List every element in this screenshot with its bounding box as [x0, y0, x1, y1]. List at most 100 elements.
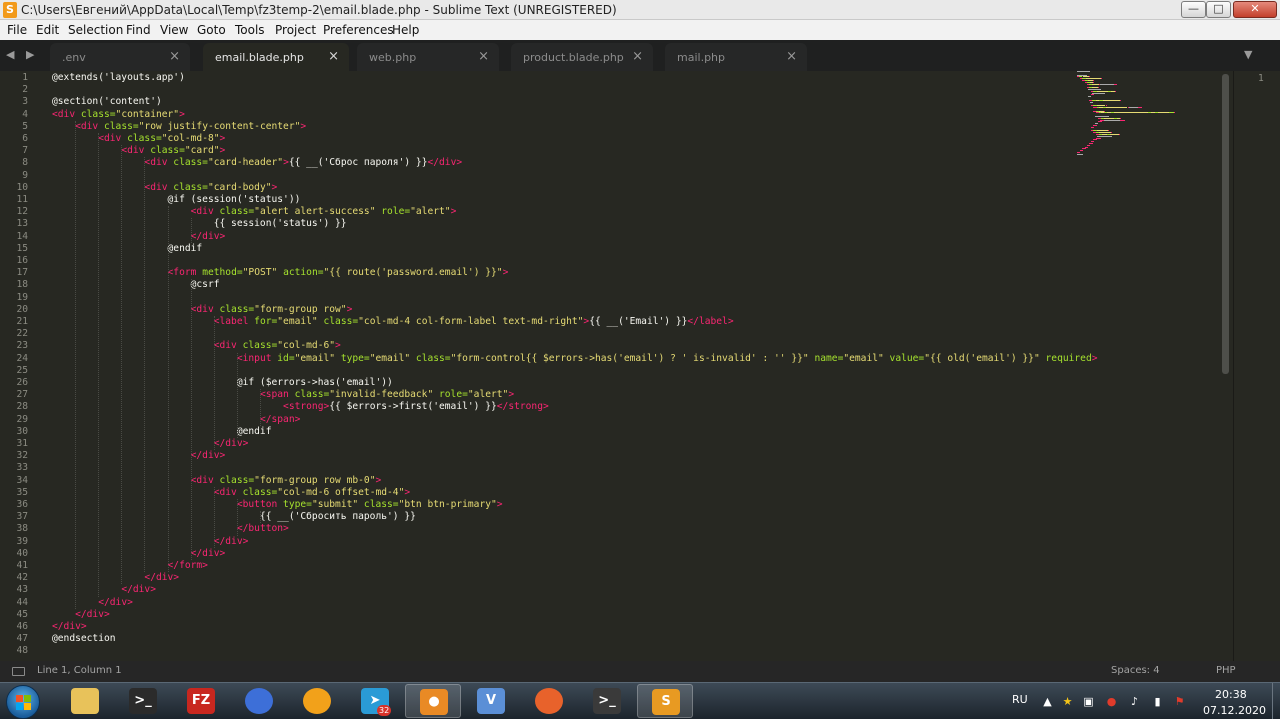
taskbar-telegram[interactable]: ➤ 32 — [347, 684, 403, 718]
code-line[interactable]: {{ __('Сбросить пароль') }} — [52, 511, 416, 522]
tray-star-icon[interactable]: ★ — [1061, 695, 1074, 708]
indentation-setting[interactable]: Spaces: 4 — [1111, 665, 1160, 676]
menu-edit[interactable]: Edit — [36, 23, 59, 37]
tab-label: web.php — [369, 51, 417, 64]
secondary-pane[interactable]: 1 — [1233, 71, 1280, 661]
code-line[interactable]: <strong>{{ $errors->first('email') }}</s… — [52, 401, 549, 412]
volume-icon[interactable]: ♪ — [1128, 695, 1141, 708]
line-number: 7 — [22, 145, 28, 157]
code-line[interactable]: </div> — [52, 438, 249, 449]
code-line[interactable]: </button> — [52, 523, 289, 534]
taskbar-explorer[interactable] — [57, 684, 113, 718]
line-number: 24 — [16, 352, 28, 364]
code-line[interactable]: <div class="alert alert-success" role="a… — [52, 206, 457, 217]
code-line[interactable]: </div> — [52, 572, 179, 583]
tab-close-icon[interactable]: × — [328, 49, 339, 64]
code-line[interactable]: @if (session('status')) — [52, 194, 301, 205]
taskbar-terminal[interactable]: >_ — [115, 684, 171, 718]
minimize-button[interactable]: — — [1181, 1, 1206, 18]
menu-view[interactable]: View — [160, 23, 188, 37]
taskbar-sublime[interactable]: S — [637, 684, 693, 718]
code-line[interactable]: <div class="card-body"> — [52, 182, 277, 193]
sublime-icon: S — [652, 689, 680, 715]
code-line[interactable]: <div class="form-group row"> — [52, 304, 353, 315]
code-line[interactable]: </div> — [52, 536, 249, 547]
code-line[interactable]: <div class="container"> — [52, 109, 185, 120]
code-line[interactable]: <label for="email" class="col-md-4 col-f… — [52, 316, 734, 327]
panel-toggle-icon[interactable] — [12, 667, 25, 676]
code-line[interactable]: </div> — [52, 621, 87, 632]
menu-preferences[interactable]: Preferences — [323, 23, 394, 37]
code-line[interactable]: @endif — [52, 426, 272, 437]
start-button[interactable] — [6, 685, 40, 719]
code-line[interactable]: <div class="col-md-6"> — [52, 340, 341, 351]
code-line[interactable]: <div class="col-md-6 offset-md-4"> — [52, 487, 410, 498]
maximize-button[interactable]: □ — [1206, 1, 1231, 18]
code-line[interactable]: </div> — [52, 597, 133, 608]
taskbar-firefox[interactable] — [521, 684, 577, 718]
taskbar-console[interactable]: >_ — [579, 684, 635, 718]
code-line[interactable]: @endsection — [52, 633, 116, 644]
clock-date[interactable]: 07.12.2020 — [1203, 704, 1266, 717]
tab-mail[interactable]: mail.php × — [665, 43, 807, 71]
title-bar: S C:\Users\Евгений\AppData\Local\Temp\fz… — [0, 0, 1280, 20]
code-line[interactable]: </div> — [52, 450, 226, 461]
code-line[interactable]: @csrf — [52, 279, 220, 290]
network-signal-icon[interactable]: ▮ — [1151, 695, 1164, 708]
tab-nav-arrows-icon[interactable]: ◀ ▶ — [6, 48, 38, 61]
menu-goto[interactable]: Goto — [197, 23, 226, 37]
indent-guide — [190, 218, 192, 243]
line-number: 2 — [22, 84, 28, 96]
taskbar-firefox-dev[interactable] — [231, 684, 287, 718]
code-line[interactable]: <button type="submit" class="btn btn-pri… — [52, 499, 503, 510]
code-line[interactable]: </div> — [52, 231, 226, 242]
code-line[interactable]: @extends('layouts.app') — [52, 72, 185, 83]
code-line[interactable]: </div> — [52, 609, 110, 620]
line-number: 35 — [16, 486, 28, 498]
tab-overflow-icon[interactable]: ▼ — [1244, 48, 1252, 61]
code-line[interactable]: @section('content') — [52, 96, 162, 107]
taskbar-vpn[interactable]: ● — [405, 684, 461, 718]
code-line[interactable]: </div> — [52, 548, 226, 559]
code-line[interactable]: <input id="email" type="email" class="fo… — [52, 353, 1098, 364]
code-line[interactable]: <div class="col-md-8"> — [52, 133, 225, 144]
taskbar-filezilla[interactable]: FZ — [173, 684, 229, 718]
tab-env[interactable]: .env × — [50, 43, 190, 71]
code-line[interactable]: <div class="row justify-content-center"> — [52, 121, 306, 132]
menu-file[interactable]: File — [7, 23, 27, 37]
tab-product-blade[interactable]: product.blade.php × — [511, 43, 653, 71]
menu-project[interactable]: Project — [275, 23, 316, 37]
action-center-icon[interactable]: ⚑ — [1173, 695, 1186, 708]
menu-selection[interactable]: Selection — [68, 23, 123, 37]
tab-close-icon[interactable]: × — [632, 49, 643, 64]
minimap[interactable] — [1075, 71, 1225, 171]
tab-close-icon[interactable]: × — [478, 49, 489, 64]
syntax-setting[interactable]: PHP — [1216, 665, 1236, 676]
tab-close-icon[interactable]: × — [786, 49, 797, 64]
language-indicator[interactable]: RU — [1012, 693, 1028, 706]
code-line[interactable]: <div class="card"> — [52, 145, 225, 156]
vertical-scrollbar[interactable] — [1222, 74, 1229, 374]
show-desktop-button[interactable] — [1272, 683, 1280, 719]
tray-app-icon[interactable]: ▣ — [1082, 695, 1095, 708]
code-line[interactable]: </span> — [52, 414, 300, 425]
menu-tools[interactable]: Tools — [235, 23, 265, 37]
tab-close-icon[interactable]: × — [169, 49, 180, 64]
indent-guide — [121, 145, 123, 585]
code-line[interactable]: <div class="card-header">{{ __('Сброс па… — [52, 157, 462, 168]
taskbar-orange-app[interactable] — [289, 684, 345, 718]
menu-help[interactable]: Help — [392, 23, 419, 37]
tab-web[interactable]: web.php × — [357, 43, 499, 71]
clock-time[interactable]: 20:38 — [1215, 688, 1247, 701]
menu-find[interactable]: Find — [126, 23, 151, 37]
tray-antivirus-icon[interactable]: ● — [1105, 695, 1118, 708]
code-line[interactable]: <div class="form-group row mb-0"> — [52, 475, 382, 486]
tab-email-blade[interactable]: email.blade.php × — [203, 43, 349, 71]
taskbar-vector-app[interactable]: V — [463, 684, 519, 718]
close-button[interactable]: ✕ — [1233, 1, 1277, 18]
code-editor[interactable]: 1 2 3 4 5 6 7 8 9 10 11 12 13 14 15 16 17 18 19 20 21 22 23 24 2… — [0, 71, 1233, 661]
tray-expand-icon[interactable]: ▲ — [1041, 695, 1054, 708]
code-line[interactable]: {{ session('status') }} — [52, 218, 347, 229]
code-line[interactable]: @if ($errors->has('email')) — [52, 377, 393, 388]
code-line[interactable]: </div> — [52, 584, 156, 595]
